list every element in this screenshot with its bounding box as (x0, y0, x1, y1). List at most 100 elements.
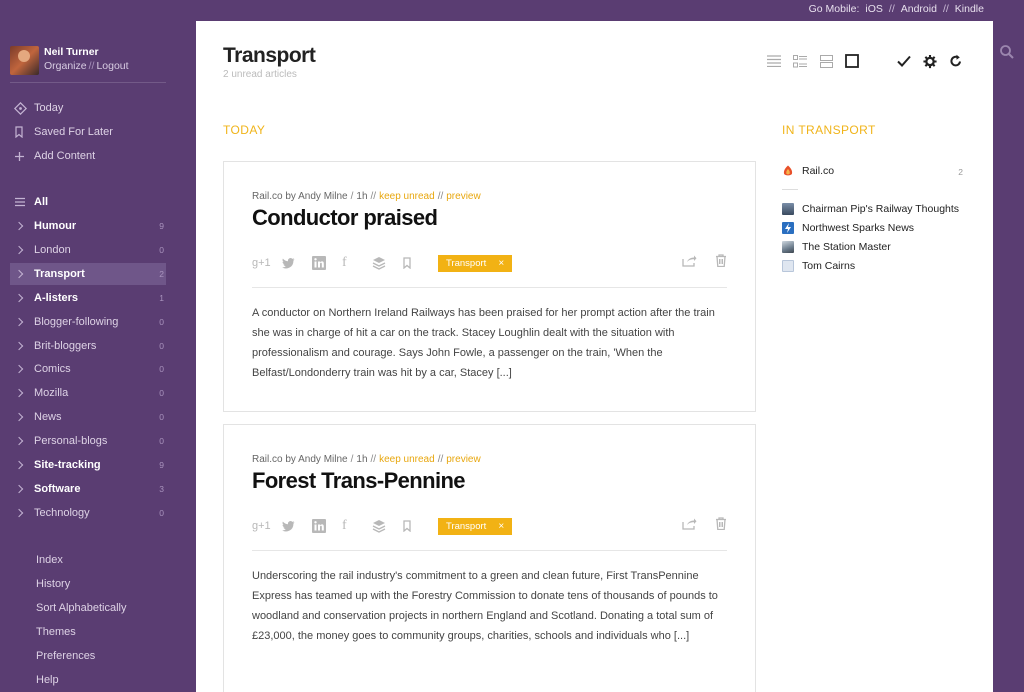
chairman-pip-favicon (782, 203, 794, 215)
cards-view-icon[interactable] (819, 54, 833, 68)
nav-label: Blogger-following (34, 315, 119, 328)
in-transport-label: IN TRANSPORT (782, 123, 876, 137)
bookmark-icon[interactable] (402, 517, 432, 535)
nav-category-blogger-following[interactable]: Blogger-following 0 (10, 311, 166, 333)
google-plus-icon[interactable]: g+1 (252, 517, 282, 535)
index-link[interactable]: Index (36, 554, 63, 566)
magazine-view-icon[interactable] (793, 54, 807, 68)
station-master-favicon (782, 241, 794, 253)
unread-count: 0 (159, 244, 164, 255)
user-profile: Neil Turner Organize//Logout (10, 46, 129, 75)
full-article-view-icon[interactable] (845, 54, 859, 68)
tag-chip[interactable]: Transport × (438, 254, 513, 272)
nav-category-software[interactable]: Software 3 (10, 478, 166, 500)
title-view-icon[interactable] (767, 54, 781, 68)
chevron-right-icon[interactable] (10, 484, 34, 494)
android-link[interactable]: Android (901, 3, 937, 15)
logout-link[interactable]: Logout (96, 60, 128, 72)
nav-add-content[interactable]: Add Content (10, 145, 166, 167)
history-link[interactable]: History (36, 578, 70, 590)
nav-category-technology[interactable]: Technology 0 (10, 502, 166, 524)
keep-unread-link[interactable]: keep unread (379, 454, 435, 465)
chevron-right-icon[interactable] (10, 365, 34, 374)
article-age: 1h (356, 454, 368, 465)
ios-link[interactable]: iOS (865, 3, 883, 15)
chevron-right-icon[interactable] (10, 317, 34, 326)
article-summary[interactable]: Underscoring the rail industry's commitm… (252, 566, 729, 646)
gear-icon[interactable] (923, 54, 937, 68)
article-source[interactable]: Rail.co by Andy Milne (252, 454, 348, 465)
chevron-right-icon[interactable] (10, 460, 34, 470)
chevron-right-icon[interactable] (10, 221, 34, 231)
chevron-right-icon[interactable] (10, 269, 34, 279)
source-label: Chairman Pip's Railway Thoughts (802, 203, 960, 215)
nav-category-transport[interactable]: Transport 2 (10, 262, 166, 285)
buffer-icon[interactable] (372, 254, 402, 272)
nav-saved-for-later[interactable]: Saved For Later (10, 121, 166, 143)
source-chairman-pip[interactable]: Chairman Pip's Railway Thoughts (782, 203, 959, 215)
nav-category-site-tracking[interactable]: Site-tracking 9 (10, 454, 166, 476)
source-station-master[interactable]: The Station Master (782, 241, 891, 253)
chevron-right-icon[interactable] (10, 508, 34, 518)
source-tom-cairns[interactable]: Tom Cairns (782, 260, 855, 272)
chevron-right-icon[interactable] (10, 436, 34, 446)
nav-category-a-listers[interactable]: A-listers 1 (10, 287, 166, 309)
linkedin-icon[interactable] (312, 254, 342, 272)
twitter-icon[interactable] (282, 517, 312, 535)
search-icon[interactable] (999, 44, 1015, 60)
article-source[interactable]: Rail.co by Andy Milne (252, 191, 348, 202)
preview-link[interactable]: preview (446, 454, 480, 465)
article-summary[interactable]: A conductor on Northern Ireland Railways… (252, 303, 729, 383)
avatar[interactable] (10, 46, 39, 75)
twitter-icon[interactable] (282, 254, 312, 272)
chevron-right-icon[interactable] (10, 389, 34, 398)
kindle-link[interactable]: Kindle (955, 3, 984, 15)
sort-alphabetically-link[interactable]: Sort Alphabetically (36, 602, 127, 614)
chevron-right-icon[interactable] (10, 245, 34, 255)
themes-link[interactable]: Themes (36, 626, 76, 638)
nav-category-london[interactable]: London 0 (10, 239, 166, 261)
keep-unread-link[interactable]: keep unread (379, 191, 435, 202)
source-northwest-sparks[interactable]: Northwest Sparks News (782, 222, 914, 234)
bookmark-icon[interactable] (402, 254, 432, 272)
nav-today[interactable]: Today (10, 97, 166, 119)
organize-link[interactable]: Organize (44, 60, 87, 72)
refresh-icon[interactable] (949, 54, 963, 68)
source-rail-co[interactable]: Rail.co (782, 165, 834, 177)
rail-co-favicon (782, 165, 794, 177)
article-title[interactable]: Conductor praised (252, 205, 438, 231)
google-plus-icon[interactable]: g+1 (252, 254, 282, 272)
preferences-link[interactable]: Preferences (36, 650, 95, 662)
separator: // (942, 3, 949, 15)
article-card[interactable]: Rail.co by Andy Milne/1h//keep unread//p… (223, 424, 756, 692)
chevron-right-icon[interactable] (10, 293, 34, 302)
nav-category-brit-bloggers[interactable]: Brit-bloggers 0 (10, 335, 166, 357)
tag-remove-icon[interactable]: × (498, 521, 504, 532)
plus-icon (10, 151, 34, 162)
facebook-icon[interactable]: f (342, 517, 372, 535)
unread-count: 2 unread articles (223, 69, 297, 80)
nav-category-news[interactable]: News 0 (10, 406, 166, 428)
help-link[interactable]: Help (36, 674, 59, 686)
tag-chip[interactable]: Transport × (438, 517, 513, 535)
article-card[interactable]: Rail.co by Andy Milne/1h//keep unread//p… (223, 161, 756, 412)
mark-as-read-icon[interactable] (897, 54, 911, 68)
chevron-right-icon[interactable] (10, 412, 34, 422)
nav-category-personal-blogs[interactable]: Personal-blogs 0 (10, 430, 166, 452)
tag-remove-icon[interactable]: × (498, 258, 504, 269)
buffer-icon[interactable] (372, 517, 402, 535)
preview-link[interactable]: preview (446, 191, 480, 202)
chevron-right-icon[interactable] (10, 341, 34, 350)
share-icon[interactable] (682, 517, 697, 535)
trash-icon[interactable] (715, 254, 727, 272)
tag-label: Transport (446, 520, 487, 532)
nav-category-mozilla[interactable]: Mozilla 0 (10, 382, 166, 404)
nav-all[interactable]: All (10, 191, 166, 213)
share-icon[interactable] (682, 254, 697, 272)
linkedin-icon[interactable] (312, 517, 342, 535)
facebook-icon[interactable]: f (342, 254, 372, 272)
trash-icon[interactable] (715, 517, 727, 535)
nav-category-comics[interactable]: Comics 0 (10, 358, 166, 380)
article-title[interactable]: Forest Trans-Pennine (252, 468, 466, 494)
nav-category-humour[interactable]: Humour 9 (10, 215, 166, 237)
